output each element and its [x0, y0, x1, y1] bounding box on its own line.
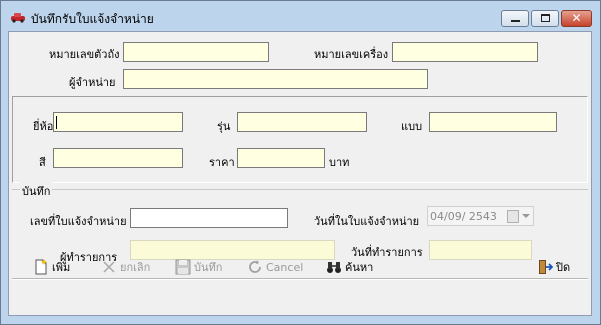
notice-number-input[interactable] [130, 208, 288, 228]
model-input[interactable] [237, 112, 367, 132]
operator-input [130, 240, 335, 260]
notice-date-picker[interactable]: 04/09/ 2543 [427, 206, 534, 226]
color-label: สี [39, 156, 46, 169]
type-label: แบบ [401, 120, 423, 133]
cancel-en-label: Cancel [266, 260, 304, 274]
color-input[interactable] [53, 148, 183, 168]
save-button[interactable]: บันทึก [175, 257, 222, 277]
engine-number-input[interactable] [392, 42, 538, 62]
minimize-icon [511, 20, 520, 22]
cancel-th-button[interactable]: ยกเลิก [101, 257, 150, 277]
brand-label: ยี่ห้อ [33, 120, 54, 133]
type-input[interactable] [429, 112, 557, 132]
binoculars-icon [327, 262, 341, 273]
close-label: ปิด [556, 261, 571, 274]
text-caret [56, 116, 57, 129]
close-button[interactable]: ปิด [537, 257, 570, 277]
save-label: บันทึก [194, 261, 223, 274]
minimize-button[interactable] [501, 10, 529, 27]
calendar-icon[interactable] [507, 210, 519, 223]
add-label: เพิ่ม [52, 261, 71, 274]
toolbar-divider [12, 278, 588, 280]
dialog-window: บันทึกรับใบแจ้งจำหน่าย ✕ หมายเลขตัวถัง ห… [0, 0, 601, 325]
app-car-icon [11, 13, 25, 23]
window-title: บันทึกรับใบแจ้งจำหน่าย [31, 12, 154, 26]
op-date-input [429, 240, 532, 260]
price-label: ราคา [209, 156, 235, 169]
close-window-button[interactable]: ✕ [561, 10, 592, 27]
exit-door-icon [539, 260, 553, 274]
dealer-label: ผู้จำหน่าย [69, 76, 116, 89]
currency-label: บาท [329, 156, 350, 169]
brand-input[interactable] [53, 112, 183, 132]
maximize-button[interactable] [531, 10, 559, 27]
cancel-th-label: ยกเลิก [120, 261, 151, 274]
price-input[interactable] [237, 148, 325, 168]
engine-label: หมายเลขเครื่อง [314, 48, 389, 61]
search-button[interactable]: ค้นหา [326, 257, 373, 277]
vehicle-group [12, 96, 588, 183]
search-label: ค้นหา [345, 261, 374, 274]
cancel-en-button[interactable]: Cancel [247, 257, 303, 277]
notice-date-value: 04/09/ 2543 [430, 210, 497, 223]
chassis-label: หมายเลขตัวถัง [49, 48, 120, 61]
add-button[interactable]: เพิ่ม [33, 257, 70, 277]
chassis-number-input[interactable] [123, 42, 269, 62]
notice-no-label: เลขที่ใบแจ้งจำหน่าย [30, 215, 127, 228]
maximize-icon [541, 14, 550, 22]
title-bar[interactable]: บันทึกรับใบแจ้งจำหน่าย ✕ [1, 1, 600, 31]
close-x-icon [103, 261, 115, 273]
dealer-input[interactable] [123, 69, 428, 89]
close-icon: ✕ [571, 11, 582, 25]
refresh-icon [249, 260, 261, 273]
floppy-disk-icon [175, 259, 191, 275]
new-document-icon [35, 259, 47, 275]
record-group-title: บันทึก [20, 182, 53, 200]
chevron-down-icon[interactable] [522, 214, 530, 218]
model-label: รุ่น [217, 120, 231, 133]
notice-date-label: วันที่ในใบแจ้งจำหน่าย [314, 215, 420, 228]
